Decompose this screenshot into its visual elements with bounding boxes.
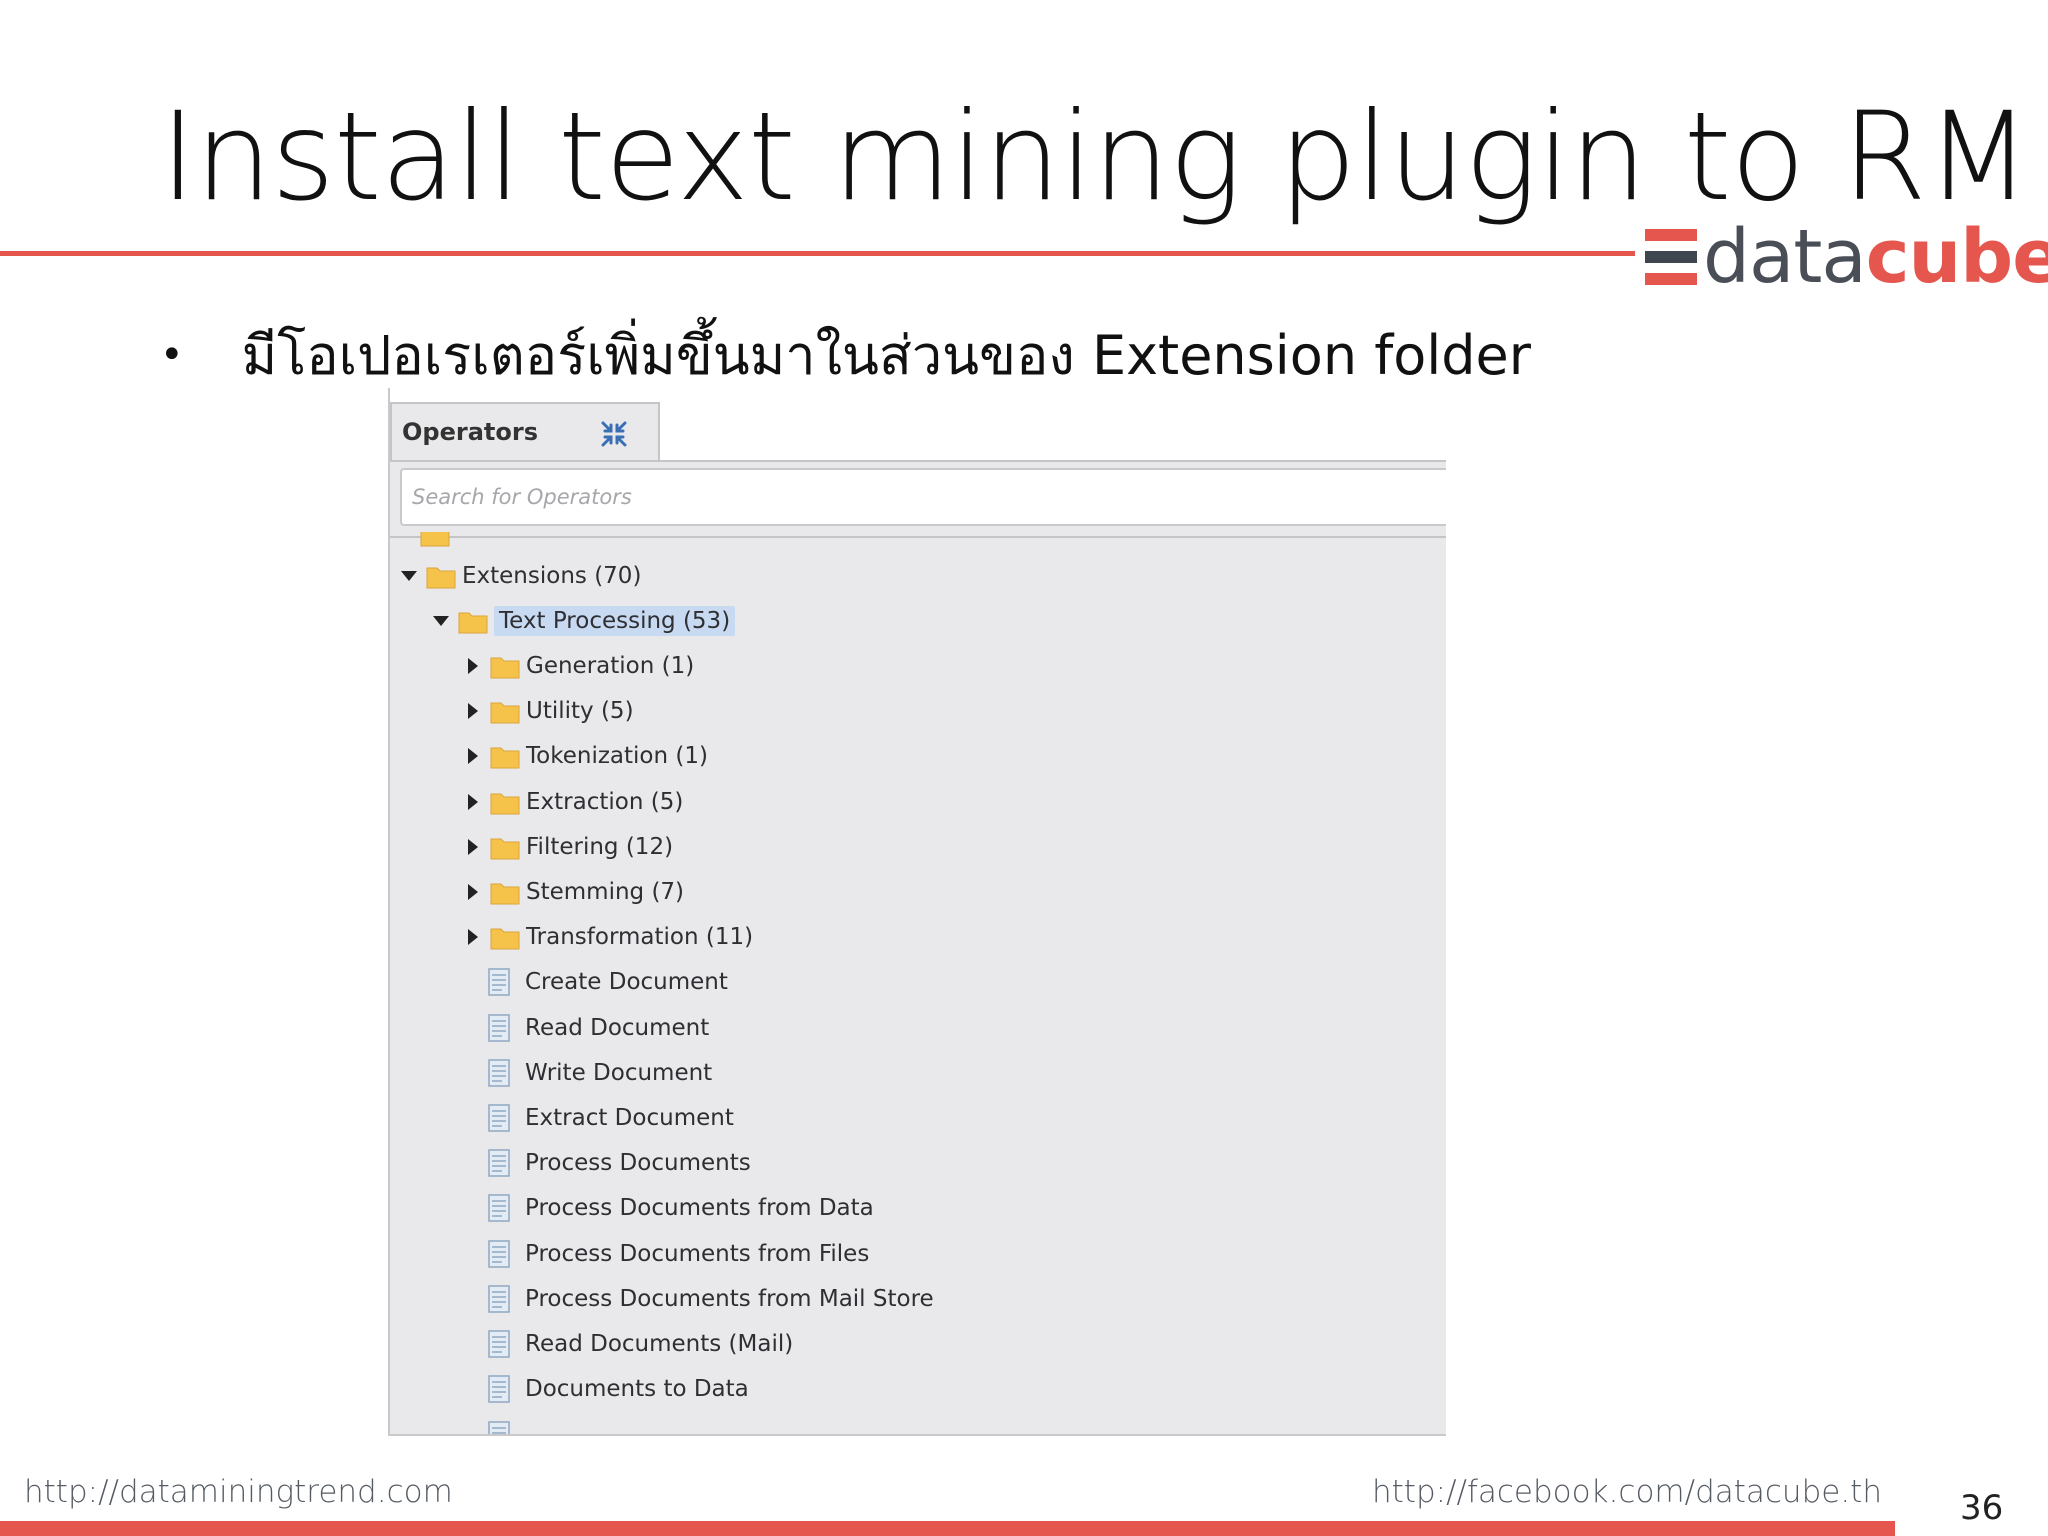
footer-website-link[interactable]: http://dataminingtrend.com bbox=[24, 1474, 453, 1510]
collapsed-arrow-icon[interactable] bbox=[462, 745, 484, 767]
folder-icon bbox=[490, 747, 520, 769]
folder-icon bbox=[490, 702, 520, 724]
document-operator-icon bbox=[488, 1014, 510, 1042]
tree-item-folder[interactable]: Generation (1) bbox=[462, 646, 694, 686]
tree-item-label: Generation (1) bbox=[526, 653, 695, 679]
tree-item-operator[interactable]: Create Document bbox=[487, 962, 728, 1002]
bullet-item: • มีโอเปอเรเตอร์เพิ่มขึ้นมาในส่วนของ Ext… bbox=[160, 312, 1531, 398]
collapsed-arrow-icon[interactable] bbox=[462, 700, 484, 722]
tree-item-label: Process Documents bbox=[525, 1150, 751, 1176]
datacube-logo: data cube bbox=[1645, 214, 2048, 300]
tree-item-operator[interactable]: Process Documents from Mail Store bbox=[487, 1279, 934, 1319]
tree-item-folder[interactable]: Extraction (5) bbox=[462, 782, 683, 822]
tree-item-operator[interactable]: Process Documents from Data bbox=[487, 1188, 874, 1228]
tree-item-text-processing[interactable]: Text Processing (53) bbox=[430, 601, 736, 641]
collapsed-arrow-icon[interactable] bbox=[462, 655, 484, 677]
tree-item-folder[interactable]: Tokenization (1) bbox=[462, 736, 708, 776]
tree-item-label: Read Documents (Mail) bbox=[525, 1331, 794, 1357]
tree-item-label: Utility (5) bbox=[526, 698, 634, 724]
tree-item-operator[interactable]: Process Documents from Files bbox=[487, 1234, 869, 1274]
document-operator-icon bbox=[488, 1104, 510, 1132]
tree-item-folder[interactable]: Transformation (11) bbox=[462, 917, 753, 957]
title-rule bbox=[0, 251, 1635, 256]
document-operator-icon bbox=[488, 1194, 510, 1222]
bullet-marker: • bbox=[160, 332, 184, 378]
tree-item-label: Write Document bbox=[525, 1060, 713, 1086]
partial-row-top bbox=[420, 532, 450, 556]
folder-icon bbox=[490, 928, 520, 950]
tree-item-label: Process Documents from Mail Store bbox=[525, 1286, 934, 1312]
slide-title: Install text mining plugin to RM 7 bbox=[160, 86, 2048, 228]
tree-item-label: Tokenization (1) bbox=[526, 743, 708, 769]
tree-item-label: Process Documents from Files bbox=[525, 1241, 870, 1267]
footer-facebook-link[interactable]: http://facebook.com/datacube.th bbox=[1372, 1474, 1882, 1510]
document-operator-icon bbox=[488, 1059, 510, 1087]
logo-text-cube: cube bbox=[1865, 214, 2048, 300]
operators-panel: Operators Search for Operators Extension… bbox=[388, 388, 1446, 1436]
expanded-arrow-icon[interactable] bbox=[398, 565, 420, 587]
tree-item-operator[interactable]: Extract Document bbox=[487, 1098, 734, 1138]
collapsed-arrow-icon[interactable] bbox=[462, 881, 484, 903]
tree-item-folder[interactable]: Utility (5) bbox=[462, 691, 634, 731]
tree-item-operator[interactable]: Documents to Data bbox=[487, 1369, 749, 1409]
tree-item-extensions[interactable]: Extensions (70) bbox=[398, 556, 641, 596]
tree-item-label: Extract Document bbox=[525, 1105, 734, 1131]
tree-item-label: Documents to Data bbox=[525, 1376, 749, 1402]
tree-item-folder[interactable]: Filtering (12) bbox=[462, 827, 673, 867]
collapsed-arrow-icon[interactable] bbox=[462, 926, 484, 948]
document-operator-icon bbox=[488, 1240, 510, 1268]
logo-mark-icon bbox=[1645, 229, 1697, 285]
tree-item-label: Text Processing (53) bbox=[494, 606, 736, 636]
folder-icon bbox=[490, 793, 520, 815]
tree-item-label: Extensions (70) bbox=[462, 563, 642, 589]
collapsed-arrow-icon[interactable] bbox=[462, 836, 484, 858]
logo-text-data: data bbox=[1703, 214, 1867, 300]
tree-item-label: Create Document bbox=[525, 969, 728, 995]
page-number: 36 bbox=[1960, 1488, 2004, 1528]
folder-icon bbox=[490, 883, 520, 905]
tree-item-label: Filtering (12) bbox=[526, 834, 674, 860]
tree-item-operator[interactable]: Process Documents bbox=[487, 1143, 751, 1183]
tree-item-label: Stemming (7) bbox=[526, 879, 685, 905]
document-operator-icon bbox=[488, 1285, 510, 1313]
bullet-text: มีโอเปอเรเตอร์เพิ่มขึ้นมาในส่วนของ Exten… bbox=[241, 324, 1531, 387]
expanded-arrow-icon[interactable] bbox=[430, 610, 452, 632]
folder-icon bbox=[490, 657, 520, 679]
tree-item-operator[interactable]: Write Document bbox=[487, 1053, 712, 1093]
tree-item-label: Read Document bbox=[525, 1015, 710, 1041]
operator-tree: Extensions (70) Text Processing (53) Gen… bbox=[390, 388, 1446, 1434]
document-operator-icon bbox=[488, 1149, 510, 1177]
document-operator-icon bbox=[488, 968, 510, 996]
folder-icon bbox=[426, 567, 456, 589]
tree-item-label: Transformation (11) bbox=[526, 924, 754, 950]
tree-item-label: Process Documents from Data bbox=[525, 1195, 874, 1221]
folder-icon bbox=[458, 612, 488, 634]
tree-item-operator[interactable]: Read Document bbox=[487, 1008, 709, 1048]
folder-icon bbox=[490, 838, 520, 860]
tree-item-operator[interactable]: Read Documents (Mail) bbox=[487, 1324, 793, 1364]
tree-item-folder[interactable]: Stemming (7) bbox=[462, 872, 684, 912]
document-operator-icon bbox=[488, 1375, 510, 1403]
tree-item-label: Extraction (5) bbox=[526, 789, 684, 815]
collapsed-arrow-icon[interactable] bbox=[462, 791, 484, 813]
document-operator-icon bbox=[488, 1330, 510, 1358]
bottom-accent-bar bbox=[0, 1521, 1895, 1536]
partial-row-bottom bbox=[487, 1420, 511, 1434]
